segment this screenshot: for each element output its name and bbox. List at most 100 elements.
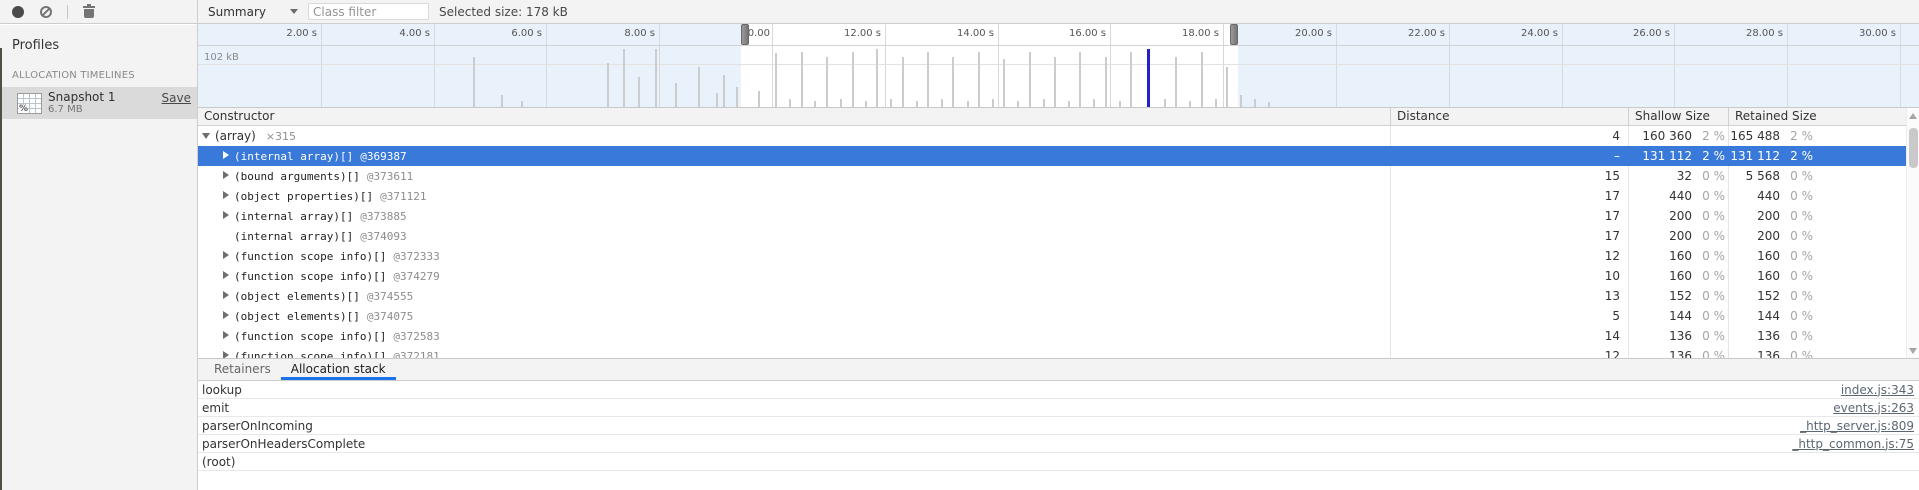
shallow-size-percent: 0 %	[1692, 326, 1728, 346]
retained-size-cell: 1600 %	[1728, 266, 1906, 286]
stack-frame-source-link[interactable]: index.js:343	[1841, 383, 1914, 397]
expand-arrow-icon[interactable]	[223, 171, 229, 179]
allocation-bar	[978, 52, 980, 107]
stack-frame-source-link[interactable]: _http_common.js:75	[1792, 437, 1914, 451]
stack-frame-function: parserOnHeadersComplete	[202, 437, 365, 451]
allocation-bar	[1105, 57, 1107, 107]
collapse-arrow-icon[interactable]	[202, 133, 210, 139]
allocation-bar	[1119, 101, 1121, 107]
shallow-size-cell: 2000 %	[1628, 226, 1728, 246]
perspective-select[interactable]: Summary	[208, 5, 308, 19]
allocation-timeline-overview[interactable]: 102 kB 2.00 s4.00 s6.00 s8.00 s10.00 s12…	[198, 24, 1919, 107]
timeline-gridline	[1336, 24, 1337, 107]
scrollbar-down-arrow-icon[interactable]	[1909, 348, 1917, 354]
expand-arrow-icon[interactable]	[223, 271, 229, 279]
sidebar-item-snapshot-1[interactable]: % Snapshot 1 6.7 MB Save	[0, 87, 198, 119]
tab-allocation-stack[interactable]: Allocation stack	[281, 359, 396, 380]
retained-size-percent: 2 %	[1780, 126, 1816, 146]
scrollbar-up-arrow-icon[interactable]	[1909, 113, 1917, 119]
expand-arrow-icon[interactable]	[223, 331, 229, 339]
heap-grid-row[interactable]: (internal array)[]@369387–131 1122 %131 …	[198, 146, 1919, 166]
distance-cell: 15	[1390, 166, 1628, 186]
class-filter-input[interactable]	[308, 3, 429, 20]
stack-frame-row[interactable]: emitevents.js:263	[198, 399, 1919, 417]
timeline-gridline	[1110, 24, 1111, 107]
tab-retainers[interactable]: Retainers	[204, 359, 281, 380]
shallow-size-value: 200	[1669, 206, 1692, 226]
selection-handle-left[interactable]	[741, 24, 749, 45]
column-header-distance[interactable]: Distance	[1390, 108, 1628, 125]
expand-arrow-icon[interactable]	[223, 151, 229, 159]
object-id: @374075	[367, 310, 413, 323]
delete-profile-button[interactable]	[77, 2, 101, 22]
heap-grid-row[interactable]: (internal array)[]@373885172000 %2000 %	[198, 206, 1919, 226]
stack-frame-row[interactable]: parserOnIncoming_http_server.js:809	[198, 417, 1919, 435]
shallow-size-percent: 0 %	[1692, 266, 1728, 286]
record-allocation-button[interactable]	[6, 2, 30, 22]
retained-size-percent: 0 %	[1780, 206, 1816, 226]
stack-frame-row[interactable]: parserOnHeadersComplete _http_common.js:7…	[198, 435, 1919, 453]
heap-grid-row[interactable]: (object properties)[]@371121174400 %4400…	[198, 186, 1919, 206]
timeline-tick-label: 30.00 s	[1810, 28, 1896, 39]
allocation-bar	[789, 99, 791, 107]
allocation-bar	[1175, 57, 1177, 107]
allocation-bar	[1003, 59, 1005, 107]
heap-grid-row[interactable]: (internal array)[]@374093172000 %2000 %	[198, 226, 1919, 246]
expand-arrow-icon[interactable]	[223, 351, 229, 358]
expand-arrow-icon[interactable]	[223, 311, 229, 319]
heap-grid-row[interactable]: (object elements)[]@374555131520 %1520 %	[198, 286, 1919, 306]
column-header-shallow-size[interactable]: Shallow Size	[1628, 108, 1728, 125]
constructor-cell: (object properties)[]@371121	[198, 186, 1390, 206]
allocation-timelines-section-title: ALLOCATION TIMELINES	[0, 53, 198, 87]
stack-frame-source-link[interactable]: _http_server.js:809	[1800, 419, 1914, 433]
heap-grid-row[interactable]: (array)×3154160 3602 %165 4882 %	[198, 126, 1919, 146]
column-header-constructor[interactable]: Constructor	[198, 108, 1390, 125]
distance-cell: 17	[1390, 186, 1628, 206]
timeline-gridline	[546, 24, 547, 107]
shallow-size-cell: 1360 %	[1628, 326, 1728, 346]
expand-arrow-icon[interactable]	[223, 291, 229, 299]
constructor-name: (object elements)[]	[234, 310, 360, 323]
shallow-size-value: 440	[1669, 186, 1692, 206]
heap-grid-row[interactable]: (function scope info)[]@372583141360 %13…	[198, 326, 1919, 346]
shallow-size-percent: 0 %	[1692, 246, 1728, 266]
stack-frame-row[interactable]: (root)	[198, 453, 1919, 471]
shallow-size-cell: 4400 %	[1628, 186, 1728, 206]
stack-frame-source-link[interactable]: events.js:263	[1833, 401, 1914, 415]
expand-arrow-icon[interactable]	[223, 191, 229, 199]
scrollbar-thumb[interactable]	[1909, 128, 1918, 168]
grid-scrollbar[interactable]	[1906, 108, 1919, 358]
allocation-bar	[1029, 52, 1031, 107]
timeline-tick-label: 10.00 s	[749, 28, 770, 39]
expand-arrow-icon[interactable]	[223, 251, 229, 259]
stack-frame-row[interactable]: lookupindex.js:343	[198, 381, 1919, 399]
save-snapshot-link[interactable]: Save	[162, 91, 191, 105]
timeline-gridline	[321, 24, 322, 107]
object-id: @372181	[393, 350, 439, 358]
heap-grid-row[interactable]: (object elements)[]@37407551440 %1440 %	[198, 306, 1919, 326]
retained-size-value: 160	[1757, 246, 1780, 266]
retained-size-percent: 0 %	[1780, 346, 1816, 358]
selection-handle-right[interactable]	[1230, 24, 1238, 45]
heap-grid-row[interactable]: (function scope info)[]@374279101600 %16…	[198, 266, 1919, 286]
constructor-cell: (function scope info)[]@372583	[198, 326, 1390, 346]
object-id: @374279	[393, 270, 439, 283]
timeline-tick-label: 16.00 s	[1020, 28, 1106, 39]
shallow-size-value: 131 112	[1642, 146, 1692, 166]
shallow-size-cell: 320 %	[1628, 166, 1728, 186]
allocation-bar	[1164, 99, 1166, 107]
heap-grid-row[interactable]: (function scope info)[]@372181121360 %13…	[198, 346, 1919, 358]
constructor-name: (bound arguments)[]	[234, 170, 360, 183]
column-header-retained-size[interactable]: Retained Size	[1728, 108, 1906, 125]
allocation-bar	[501, 95, 503, 107]
retained-size-value: 136	[1757, 326, 1780, 346]
timeline-gridline	[772, 24, 773, 107]
clear-all-profiles-button[interactable]	[34, 2, 58, 22]
perspective-select-value: Summary	[208, 5, 266, 19]
allocation-bar	[1054, 57, 1056, 107]
expand-arrow-icon[interactable]	[223, 211, 229, 219]
heap-grid-row[interactable]: (function scope info)[]@372333121600 %16…	[198, 246, 1919, 266]
heap-grid-row[interactable]: (bound arguments)[]@37361115320 %5 5680 …	[198, 166, 1919, 186]
retained-size-percent: 0 %	[1780, 246, 1816, 266]
constructor-name: (function scope info)[]	[234, 330, 386, 343]
